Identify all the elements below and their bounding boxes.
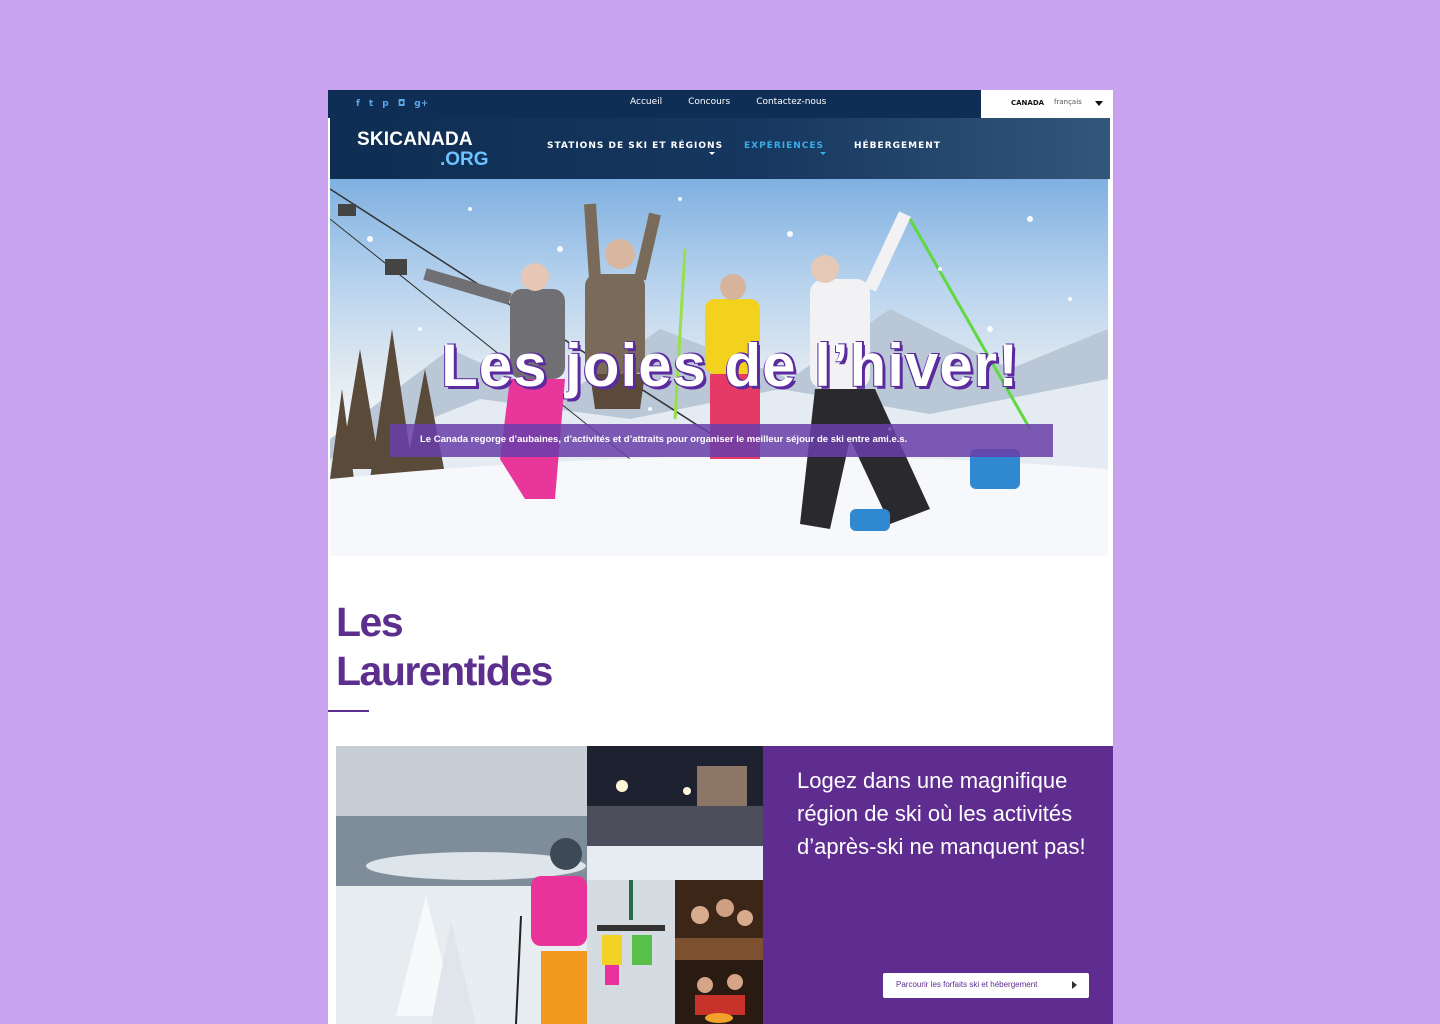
photo-skier-mountain-view (336, 746, 587, 1024)
section-divider (328, 710, 369, 712)
site-logo[interactable]: SKICANADA .ORG (357, 129, 507, 170)
google-plus-icon[interactable]: g+ (414, 98, 428, 110)
pinterest-icon[interactable]: p (382, 98, 388, 110)
language-selector[interactable]: CANADA français (981, 90, 1113, 118)
instagram-icon[interactable]: ◘ (398, 98, 406, 110)
chevron-down-icon (709, 152, 715, 155)
browse-packages-label: Parcourir les forfaits ski et hébergemen… (896, 980, 1038, 989)
photo-night-festival (587, 746, 763, 880)
promo-text: Logez dans une magnifique région de ski … (797, 768, 1086, 859)
photo-chairlift-kids (587, 880, 675, 1024)
photo-friends-dinner (675, 880, 763, 960)
social-links: f t p ◘ g+ (356, 98, 428, 110)
top-bar: f t p ◘ g+ Accueil Concours Contactez-no… (328, 90, 1113, 118)
logo-text-org: .ORG (440, 149, 489, 170)
nav-item-hebergement[interactable]: HÉBERGEMENT (854, 141, 941, 151)
topnav-contact-link[interactable]: Contactez-nous (756, 97, 826, 107)
browse-packages-button[interactable]: Parcourir les forfaits ski et hébergemen… (883, 973, 1089, 998)
language-label: français (1054, 98, 1082, 106)
twitter-icon[interactable]: t (369, 98, 373, 110)
hero-banner: Les joies de l’hiver! Le Canada regorge … (330, 179, 1108, 556)
hero-title: Les joies de l’hiver! (441, 332, 1019, 399)
chevron-down-icon (1095, 101, 1103, 106)
topnav-concours-link[interactable]: Concours (688, 97, 730, 107)
top-navigation: Accueil Concours Contactez-nous (630, 97, 826, 107)
country-label: CANADA (1011, 99, 1045, 107)
hero-subtitle-band: Le Canada regorge d’aubaines, d’activité… (390, 424, 1053, 457)
photo-apres-ski-fire (675, 960, 763, 1024)
facebook-icon[interactable]: f (356, 98, 360, 110)
chevron-down-icon (820, 152, 826, 155)
hero-subtitle: Le Canada regorge d’aubaines, d’activité… (420, 434, 908, 445)
main-navigation: SKICANADA .ORG STATIONS DE SKI ET RÉGION… (330, 118, 1110, 179)
nav-item-experiences[interactable]: EXPÉRIENCES (744, 141, 824, 151)
logo-text-skicanada: SKICANADA (357, 129, 473, 150)
nav-item-stations[interactable]: STATIONS DE SKI ET RÉGIONS (547, 141, 723, 151)
webpage: f t p ◘ g+ Accueil Concours Contactez-no… (328, 90, 1113, 1024)
section-title: Les Laurentides (336, 598, 636, 696)
arrow-right-icon (1072, 981, 1077, 989)
promo-panel: Logez dans une magnifique région de ski … (763, 746, 1113, 1024)
section-title-line2: Laurentides (336, 648, 553, 694)
topnav-accueil-link[interactable]: Accueil (630, 97, 662, 107)
section-title-line1: Les (336, 599, 404, 645)
